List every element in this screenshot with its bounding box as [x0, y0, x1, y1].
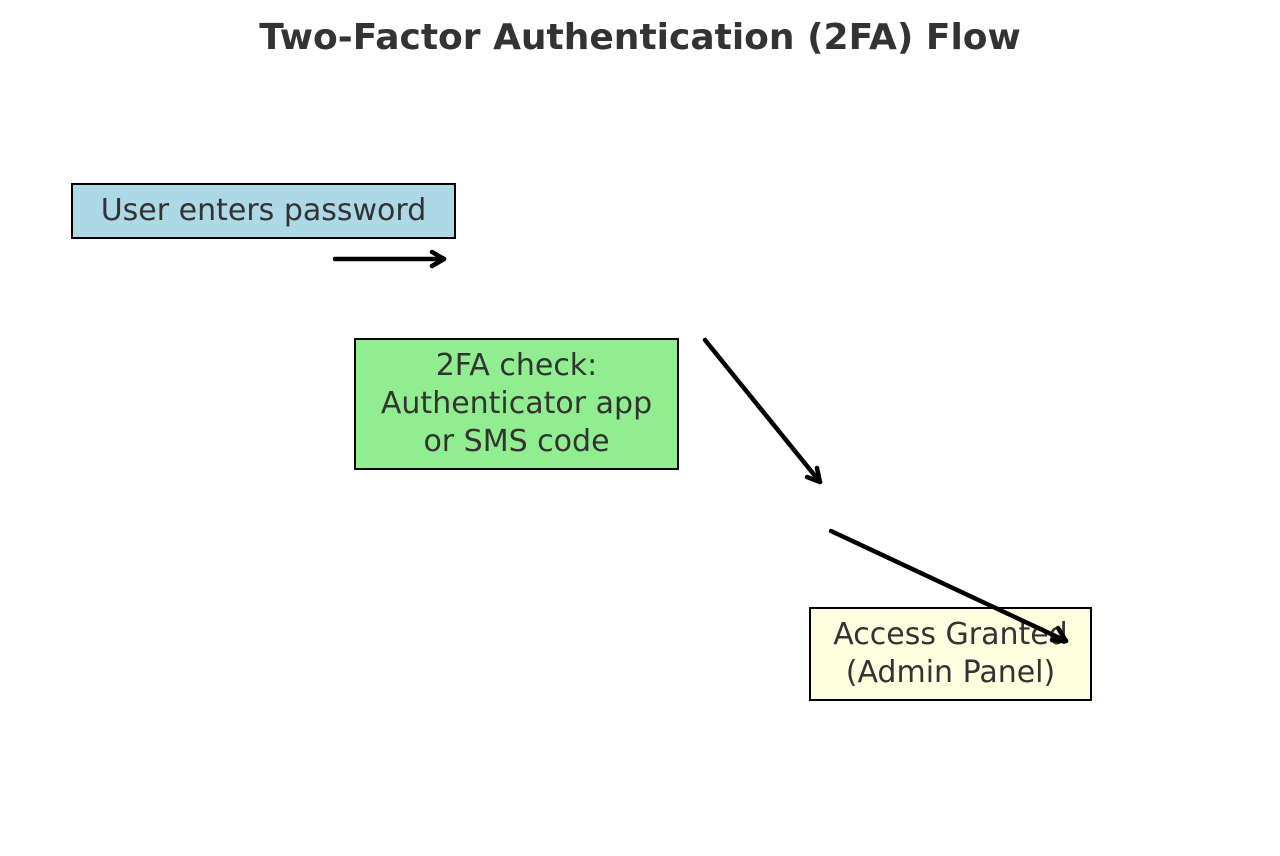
arrow-2fa-to-midpoint	[702, 337, 823, 485]
arrow-password-to-2fa	[332, 249, 447, 269]
node-access-granted: Access Granted (Admin Panel)	[809, 607, 1092, 701]
diagram-title: Two-Factor Authentication (2FA) Flow	[259, 17, 1021, 58]
node-2fa-check: 2FA check: Authenticator app or SMS code	[354, 338, 679, 470]
node-access-granted-label: Access Granted (Admin Panel)	[833, 617, 1068, 690]
node-password: User enters password	[71, 183, 456, 239]
node-2fa-check-label: 2FA check: Authenticator app or SMS code	[380, 348, 653, 459]
node-password-label: User enters password	[100, 193, 427, 228]
